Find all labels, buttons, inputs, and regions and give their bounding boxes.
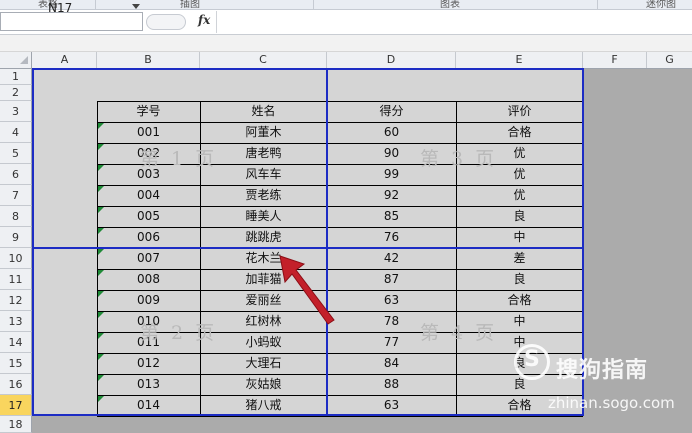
table-cell[interactable]: 007 — [97, 248, 200, 269]
ribbon-group-illustrations[interactable]: 插图 — [180, 0, 200, 10]
column-header-b[interactable]: B — [97, 52, 200, 68]
table-cell[interactable]: 63 — [327, 290, 456, 311]
table-cell[interactable]: 风车车 — [200, 164, 327, 185]
table-cell[interactable]: 优 — [456, 185, 583, 206]
table-cell[interactable]: 008 — [97, 269, 200, 290]
sogou-logo-letter: S — [524, 347, 540, 372]
ribbon-strip — [0, 0, 692, 10]
ribbon-group-charts[interactable]: 图表 — [440, 0, 460, 10]
page-watermark-3: 第 3 页 — [420, 148, 498, 170]
page-watermark-4: 第 4 页 — [420, 322, 498, 344]
formula-input[interactable] — [220, 13, 690, 31]
table-cell[interactable]: 良 — [456, 206, 583, 227]
row-header-1[interactable]: 1 — [0, 69, 32, 85]
row-header-3[interactable]: 3 — [0, 101, 32, 122]
table-cell[interactable]: 良 — [456, 269, 583, 290]
row-header-14[interactable]: 14 — [0, 332, 32, 353]
table-cell[interactable]: 85 — [327, 206, 456, 227]
table-cell[interactable]: 009 — [97, 290, 200, 311]
row-header-16[interactable]: 16 — [0, 374, 32, 395]
toolbar-gap — [0, 35, 692, 52]
row-header-17[interactable]: 17 — [0, 395, 32, 416]
table-cell[interactable]: 001 — [97, 122, 200, 143]
page-border-top — [32, 68, 584, 70]
insert-function-icon[interactable]: fx — [198, 13, 210, 27]
column-header-a[interactable]: A — [33, 52, 97, 68]
page-watermark-2: 第 2 页 — [140, 322, 218, 344]
table-cell[interactable]: 阿董木 — [200, 122, 327, 143]
table-cell[interactable]: 006 — [97, 227, 200, 248]
row-header-10[interactable]: 10 — [0, 248, 32, 269]
page-border-bottom — [32, 414, 584, 416]
row-header-7[interactable]: 7 — [0, 185, 32, 206]
table-header-cell[interactable]: 得分 — [327, 101, 456, 122]
table-header-cell[interactable]: 姓名 — [200, 101, 327, 122]
table-cell[interactable]: 猪八戒 — [200, 395, 327, 416]
table-cell[interactable]: 92 — [327, 185, 456, 206]
column-header-d[interactable]: D — [327, 52, 456, 68]
table-cell[interactable]: 42 — [327, 248, 456, 269]
ribbon-separator — [313, 0, 314, 9]
row-header-12[interactable]: 12 — [0, 290, 32, 311]
table-cell[interactable]: 013 — [97, 374, 200, 395]
table-cell[interactable]: 60 — [327, 122, 456, 143]
table-cell[interactable]: 小蚂蚁 — [200, 332, 327, 353]
table-header-cell[interactable]: 学号 — [97, 101, 200, 122]
table-cell[interactable]: 合格 — [456, 290, 583, 311]
table-cell[interactable]: 63 — [327, 395, 456, 416]
table-header-cell[interactable]: 评价 — [456, 101, 583, 122]
table-cell[interactable]: 跳跳虎 — [200, 227, 327, 248]
row-header-9[interactable]: 9 — [0, 227, 32, 248]
select-all-icon — [20, 56, 28, 64]
chevron-down-icon[interactable] — [132, 4, 140, 9]
sogou-brand-url: zhinan.sogo.com — [548, 394, 675, 412]
sogou-brand-name: 搜狗指南 — [556, 358, 649, 383]
row-header-6[interactable]: 6 — [0, 164, 32, 185]
page-break-horizontal[interactable] — [32, 247, 584, 249]
page-break-vertical[interactable] — [326, 68, 328, 416]
table-cell[interactable]: 差 — [456, 248, 583, 269]
red-arrow-icon — [279, 255, 335, 325]
formula-cancel-enter-icon[interactable] — [146, 14, 186, 30]
formula-divider — [216, 11, 217, 33]
table-cell[interactable]: 88 — [327, 374, 456, 395]
table-cell[interactable]: 灰姑娘 — [200, 374, 327, 395]
page-border-left — [32, 68, 34, 416]
table-gridline — [97, 416, 583, 417]
row-header-15[interactable]: 15 — [0, 353, 32, 374]
page-watermark-1: 第 1 页 — [140, 148, 218, 170]
ribbon-separator — [597, 0, 598, 9]
column-header-c[interactable]: C — [200, 52, 327, 68]
table-cell[interactable]: 84 — [327, 353, 456, 374]
table-cell[interactable]: 76 — [327, 227, 456, 248]
cells-outside-print-area — [33, 416, 692, 433]
table-cell[interactable]: 中 — [456, 227, 583, 248]
table-cell[interactable]: 睡美人 — [200, 206, 327, 227]
name-box-value: N17 — [48, 1, 73, 15]
table-cell[interactable]: 004 — [97, 185, 200, 206]
row-header-18[interactable]: 18 — [0, 416, 32, 433]
column-header-g[interactable]: G — [647, 52, 692, 68]
row-header-2[interactable]: 2 — [0, 85, 32, 101]
table-cell[interactable]: 012 — [97, 353, 200, 374]
table-cell[interactable]: 唐老鸭 — [200, 143, 327, 164]
ribbon-group-sparklines[interactable]: 迷你图 — [646, 0, 676, 10]
table-cell[interactable]: 合格 — [456, 122, 583, 143]
row-header-11[interactable]: 11 — [0, 269, 32, 290]
row-header-8[interactable]: 8 — [0, 206, 32, 227]
table-cell[interactable]: 87 — [327, 269, 456, 290]
row-header-4[interactable]: 4 — [0, 122, 32, 143]
row-header-5[interactable]: 5 — [0, 143, 32, 164]
row-header-13[interactable]: 13 — [0, 311, 32, 332]
table-cell[interactable]: 014 — [97, 395, 200, 416]
column-header-f[interactable]: F — [583, 52, 647, 68]
column-header-e[interactable]: E — [456, 52, 583, 68]
table-cell[interactable]: 贾老练 — [200, 185, 327, 206]
table-cell[interactable]: 005 — [97, 206, 200, 227]
ribbon-separator — [95, 0, 96, 9]
table-cell[interactable]: 大理石 — [200, 353, 327, 374]
